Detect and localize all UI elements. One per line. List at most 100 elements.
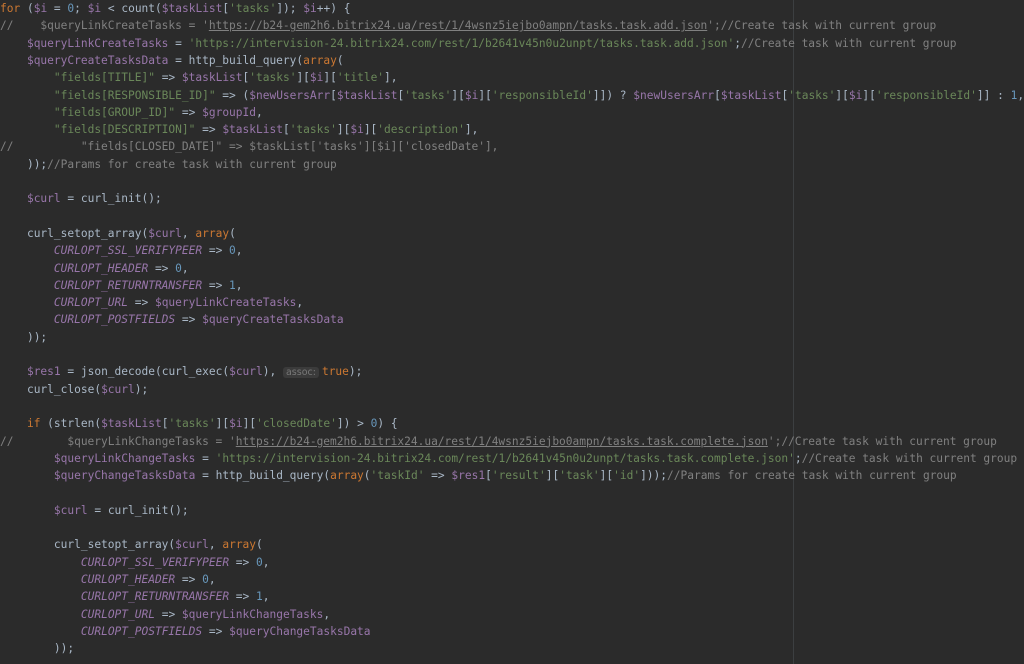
code-token: $taskList — [161, 2, 223, 15]
code-token: if — [26, 417, 41, 431]
code-token: => — [128, 296, 155, 310]
code-line[interactable]: CURLOPT_SSL_VERIFYPEER => 0, — [0, 242, 243, 259]
code-token: curl_close — [26, 382, 95, 396]
code-token: CURLOPT_RETURNTRANSFER — [53, 278, 203, 292]
code-token: = — [60, 192, 81, 206]
code-line[interactable]: curl_setopt_array($curl, array( — [0, 225, 236, 242]
code-line[interactable]: "fields[TITLE]" => $taskList['tasks'][$i… — [0, 69, 398, 86]
code-token: )); — [26, 330, 48, 344]
code-line[interactable]: if (strlen($taskList['tasks'][$i]['close… — [0, 415, 398, 432]
code-token: [ — [330, 88, 337, 102]
code-token: ][ — [363, 123, 378, 137]
code-token: => — [175, 105, 203, 119]
code-line[interactable]: CURLOPT_POSTFIELDS => $queryCreateTasksD… — [0, 311, 344, 328]
code-line[interactable]: $curl = curl_init(); — [0, 502, 189, 519]
code-line[interactable]: // $queryLinkCreateTasks = 'https://b24-… — [0, 17, 936, 34]
code-token: => ( — [215, 88, 250, 102]
code-editor[interactable]: for ($i = 0; $i < count($taskList['tasks… — [0, 0, 1024, 664]
code-line[interactable]: CURLOPT_RETURNTRANSFER => 1, — [0, 588, 270, 605]
code-token: )); — [53, 642, 75, 656]
code-token: json_decode — [80, 365, 155, 379]
code-token: $res1 — [26, 365, 61, 379]
code-token: $curl — [229, 365, 263, 379]
code-token: CURLOPT_URL — [80, 607, 155, 621]
code-line[interactable]: ));//Params for create task with current… — [0, 156, 337, 173]
code-line[interactable]: CURLOPT_HEADER => 0, — [0, 260, 189, 277]
code-line[interactable]: // "fields[CLOSED_DATE]" => $taskList['t… — [0, 138, 498, 155]
code-line[interactable]: $queryLinkCreateTasks = 'https://intervi… — [0, 35, 957, 52]
code-line[interactable]: for ($i = 0; $i < count($taskList['tasks… — [0, 0, 350, 17]
code-token: ( — [256, 538, 263, 552]
code-line[interactable]: CURLOPT_URL => $queryLinkCreateTasks, — [0, 294, 303, 311]
code-token: $res1 — [451, 469, 486, 483]
code-token: $i — [848, 88, 863, 102]
code-token: = — [60, 365, 81, 379]
code-token: $queryCreateTasksData — [202, 313, 344, 327]
code-token: => — [175, 572, 203, 586]
code-token: [ — [714, 88, 721, 102]
code-line[interactable]: $queryCreateTasksData = http_build_query… — [0, 52, 344, 69]
code-line[interactable]: CURLOPT_POSTFIELDS => $queryChangeTasksD… — [0, 623, 371, 640]
code-token: 0 — [202, 572, 209, 586]
code-line[interactable]: "fields[RESPONSIBLE_ID]" => ($newUsersAr… — [0, 87, 1024, 104]
code-token: $queryLinkCreateTasks — [154, 296, 297, 310]
code-token: array — [222, 538, 257, 552]
code-token: => — [229, 590, 257, 604]
code-token: $queryLinkChangeTasks — [181, 607, 324, 621]
code-token: , — [262, 555, 270, 569]
code-token: CURLOPT_POSTFIELDS — [80, 624, 203, 638]
code-line[interactable]: $queryLinkChangeTasks = 'https://intervi… — [0, 450, 1017, 467]
code-token: => — [148, 261, 176, 275]
code-line[interactable]: $queryChangeTasksData = http_build_query… — [0, 467, 957, 484]
code-line[interactable]: CURLOPT_URL => $queryLinkChangeTasks, — [0, 606, 330, 623]
code-token: ][ — [478, 88, 492, 102]
code-token: CURLOPT_HEADER — [53, 261, 149, 275]
code-line[interactable]: CURLOPT_SSL_VERIFYPEER => 0, — [0, 554, 270, 571]
code-line[interactable]: $curl = curl_init(); — [0, 190, 162, 207]
code-token: strlen — [53, 417, 95, 431]
code-token: $i — [303, 2, 317, 15]
code-token: ( — [154, 365, 162, 379]
code-token: [ — [485, 469, 492, 483]
url-link[interactable]: https://b24-gem2h6.bitrix24.ua/rest/1/4w… — [209, 19, 707, 32]
code-token: $taskList — [101, 417, 162, 431]
code-line[interactable]: curl_setopt_array($curl, array( — [0, 536, 263, 553]
code-token: $curl — [175, 538, 209, 552]
code-token: $queryChangeTasksData — [53, 469, 196, 483]
code-token: $queryLinkChangeTasks — [53, 451, 196, 465]
code-token: ( — [229, 226, 236, 240]
code-token: ][ — [215, 417, 230, 431]
code-token: ), — [262, 365, 283, 379]
code-token: ])); — [640, 469, 668, 483]
code-line[interactable]: // $queryLinkChangeTasks = 'https://b24-… — [0, 433, 997, 450]
code-line[interactable]: "fields[GROUP_ID]" => $groupId, — [0, 104, 263, 121]
code-line[interactable]: CURLOPT_RETURNTRANSFER => 1, — [0, 277, 243, 294]
code-token: $i — [464, 88, 479, 102]
code-token: 'description' — [377, 123, 465, 137]
code-token: )); — [26, 157, 48, 171]
code-token: , — [323, 607, 331, 621]
code-token: ][ — [336, 123, 351, 137]
code-token: $i — [33, 2, 48, 15]
code-token: "fields[RESPONSIBLE_ID]" — [53, 88, 216, 102]
code-token: array — [195, 226, 230, 240]
code-token: 'tasks' — [404, 88, 452, 102]
code-token: ], — [384, 71, 398, 85]
code-token: "fields[GROUP_ID]" — [53, 105, 176, 119]
url-link[interactable]: https://b24-gem2h6.bitrix24.ua/rest/1/4w… — [236, 435, 768, 448]
code-token: = — [47, 2, 68, 15]
code-token: 'responsibleId' — [491, 88, 593, 102]
code-line[interactable]: )); — [0, 329, 47, 346]
code-line[interactable]: )); — [0, 640, 74, 657]
code-token: ); — [134, 382, 149, 396]
code-token: $taskList — [181, 71, 243, 85]
code-line[interactable]: $res1 = json_decode(curl_exec($curl), as… — [0, 363, 362, 380]
code-token: 1 — [229, 278, 236, 292]
code-line[interactable]: "fields[DESCRIPTION]" => $taskList['task… — [0, 121, 478, 138]
code-token: 'title' — [336, 71, 385, 85]
code-token: CURLOPT_RETURNTRANSFER — [80, 590, 230, 604]
code-token: //Params for create task with current gr… — [47, 157, 337, 171]
code-line[interactable]: curl_close($curl); — [0, 381, 148, 398]
code-token: , — [296, 296, 304, 310]
code-line[interactable]: CURLOPT_HEADER => 0, — [0, 571, 216, 588]
